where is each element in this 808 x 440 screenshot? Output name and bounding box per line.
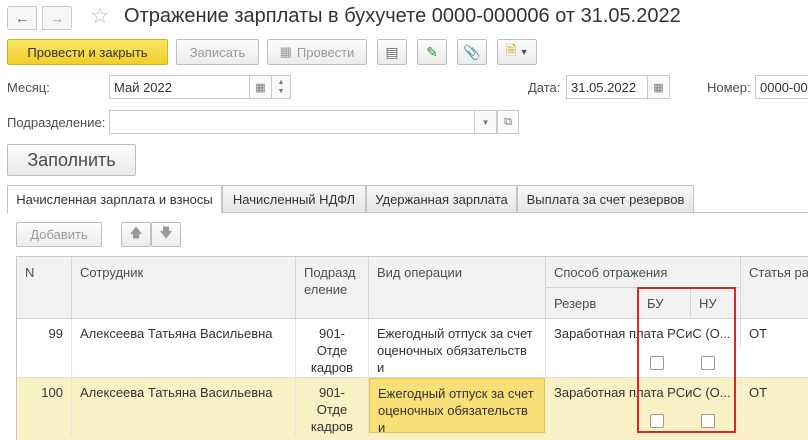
date-calendar-button[interactable]: ▦ xyxy=(647,75,670,99)
row-2-employee[interactable]: Алексеева Татьяна Васильевна xyxy=(72,378,296,436)
stepper-down-icon: ▼ xyxy=(277,88,285,95)
move-down-button[interactable]: 🡇 xyxy=(151,222,181,247)
fill-button[interactable]: Заполнить xyxy=(7,144,136,176)
tab-accrued-salary[interactable]: Начисленная зарплата и взносы xyxy=(7,185,222,214)
save-button[interactable]: Записать xyxy=(176,39,259,65)
arrow-down-icon: 🡇 xyxy=(159,224,173,240)
move-up-button[interactable]: 🡅 xyxy=(121,222,151,247)
attach-files-button[interactable]: 📎 xyxy=(457,39,487,65)
row-2-operation[interactable]: Ежегодный отпуск за счет оценочных обяза… xyxy=(369,378,545,433)
pen-icon: ✎ xyxy=(426,43,438,60)
column-header-n[interactable]: N xyxy=(17,257,72,319)
stepper-up-icon: ▲ xyxy=(277,79,285,86)
column-header-operation[interactable]: Вид операции xyxy=(369,257,546,319)
tab-reserve-payment[interactable]: Выплата за счет резервов xyxy=(517,185,694,213)
department-dropdown-button[interactable]: ▼ xyxy=(474,110,497,134)
date-field[interactable]: 31.05.2022 xyxy=(566,75,648,99)
column-header-department[interactable]: Подразд еление xyxy=(296,257,369,319)
edit-movements-button[interactable]: ✎ xyxy=(417,39,447,65)
calendar-icon: ▦ xyxy=(653,81,664,94)
list-icon: ▤ xyxy=(385,43,399,60)
row-2-department[interactable]: 901-Отде кадров xyxy=(296,378,369,436)
column-header-employee[interactable]: Сотрудник xyxy=(72,257,296,319)
print-menu-button[interactable]: 🗎 ▼ xyxy=(497,39,537,65)
column-header-reserve[interactable]: Резерв xyxy=(546,288,639,319)
back-button[interactable]: ← xyxy=(7,6,37,30)
column-header-article[interactable]: Статья ра xyxy=(741,257,808,319)
number-field[interactable]: 0000-000006 xyxy=(755,75,808,99)
post-document-icon: ▦ xyxy=(279,44,292,59)
paperclip-icon: 📎 xyxy=(463,43,481,60)
row-2-n[interactable]: 100 xyxy=(17,378,72,436)
month-calendar-button[interactable]: ▦ xyxy=(249,75,272,99)
date-label: Дата: xyxy=(528,80,561,95)
chevron-down-icon: ▼ xyxy=(481,117,490,127)
row-1-n[interactable]: 99 xyxy=(17,319,72,377)
arrow-left-icon: ← xyxy=(15,10,29,26)
journal-button[interactable]: ▤ xyxy=(377,39,407,65)
forward-button[interactable]: → xyxy=(42,6,72,30)
department-open-button[interactable]: ⧉ xyxy=(497,110,519,134)
row-1-article[interactable]: ОТ xyxy=(741,319,808,377)
month-field[interactable]: Май 2022 xyxy=(109,75,250,99)
tab-withheld-salary[interactable]: Удержанная зарплата xyxy=(366,185,517,213)
month-stepper[interactable]: ▲ ▼ xyxy=(271,75,291,99)
arrow-right-icon: → xyxy=(50,10,64,26)
month-label: Месяц: xyxy=(7,80,50,95)
favorite-star-icon[interactable]: ☆ xyxy=(90,4,110,28)
row-1-operation[interactable]: Ежегодный отпуск за счет оценочных обяза… xyxy=(369,319,546,377)
calendar-icon: ▦ xyxy=(255,81,266,94)
department-field[interactable] xyxy=(109,110,475,134)
highlight-annotation-box xyxy=(637,287,736,433)
column-header-method[interactable]: Способ отражения xyxy=(546,257,741,288)
page-title: Отражение зарплаты в бухучете 0000-00000… xyxy=(124,5,681,27)
arrow-up-icon: 🡅 xyxy=(129,224,143,240)
post-button[interactable]: ▦ Провести xyxy=(267,39,367,65)
add-row-button[interactable]: Добавить xyxy=(16,222,102,247)
chevron-down-icon: ▼ xyxy=(519,47,529,57)
row-1-department[interactable]: 901-Отде кадров xyxy=(296,319,369,377)
number-label: Номер: xyxy=(707,80,751,95)
department-label: Подразделение: xyxy=(7,115,106,130)
post-and-close-button[interactable]: Провести и закрыть xyxy=(7,39,168,65)
open-window-icon: ⧉ xyxy=(504,115,512,128)
post-button-label: Провести xyxy=(296,44,355,60)
tab-accrued-ndfl[interactable]: Начисленный НДФЛ xyxy=(222,185,366,213)
row-1-employee[interactable]: Алексеева Татьяна Васильевна xyxy=(72,319,296,377)
document-icon: 🗎 xyxy=(505,42,517,58)
row-2-article[interactable]: ОТ xyxy=(741,378,808,436)
